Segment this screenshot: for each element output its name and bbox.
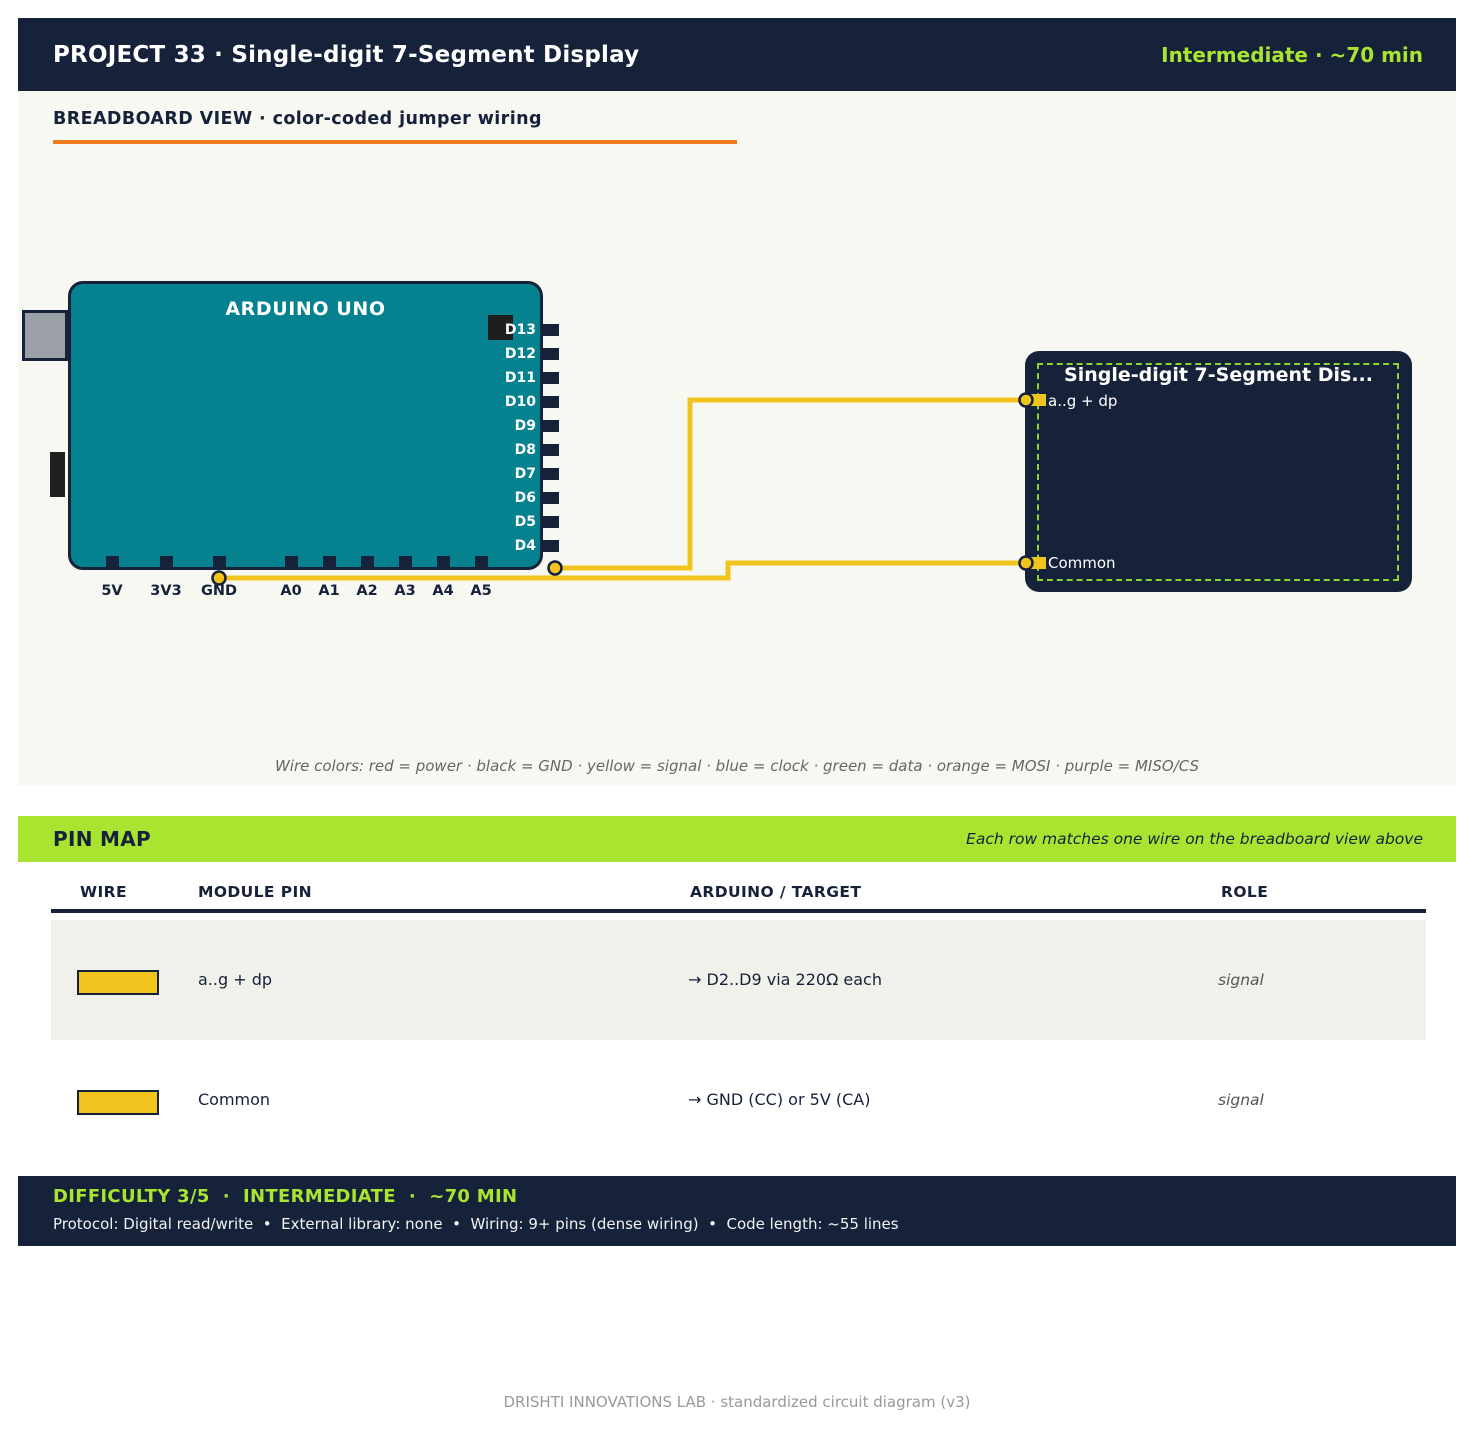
breadboard-section-title: BREADBOARD VIEW · color-coded jumper wir…: [53, 109, 542, 129]
seven-segment-module: Single-digit 7-Segment Dis... a..g + dp …: [1025, 351, 1412, 592]
pin-label-d13: D13: [476, 322, 536, 338]
usb-connector: [22, 310, 68, 361]
pin-stub-d5: [541, 516, 559, 528]
pin-stub-d8: [541, 444, 559, 456]
pin-label-d6: D6: [476, 490, 536, 506]
cell-target: → D2..D9 via 220Ω each: [688, 969, 882, 991]
lab-caption: DRISHTI INNOVATIONS LAB · standardized c…: [0, 1393, 1474, 1411]
pinmap-title: PIN MAP: [53, 827, 151, 851]
header-bar: PROJECT 33 · Single-digit 7-Segment Disp…: [18, 18, 1456, 91]
pinmap-row-segments: a..g + dp → D2..D9 via 220Ω each signal: [51, 920, 1426, 1040]
pin-label-d9: D9: [476, 418, 536, 434]
pin-label-a5: A5: [454, 583, 508, 599]
pin-stub-d11: [541, 372, 559, 384]
pin-stub-a1: [323, 556, 336, 570]
page-title: PROJECT 33 · Single-digit 7-Segment Disp…: [53, 42, 639, 68]
pin-stub-a2: [361, 556, 374, 570]
power-jack: [50, 452, 65, 497]
wire-swatch: [77, 1090, 159, 1115]
column-header-role: ROLE: [1221, 883, 1268, 901]
wire-segments-signal: [555, 400, 1028, 568]
cell-module-pin: a..g + dp: [198, 969, 272, 991]
page: PROJECT 33 · Single-digit 7-Segment Disp…: [0, 0, 1474, 1431]
column-header-module-pin: MODULE PIN: [198, 883, 312, 901]
pin-stub-d7: [541, 468, 559, 480]
pin-stub-d6: [541, 492, 559, 504]
footer-meta-line: Protocol: Digital read/write • External …: [53, 1215, 899, 1233]
module-pin-label-common: Common: [1048, 554, 1116, 572]
wire-swatch: [77, 970, 159, 995]
pinmap-row-common: Common → GND (CC) or 5V (CA) signal: [51, 1040, 1426, 1160]
column-header-target: ARDUINO / TARGET: [690, 883, 861, 901]
pin-label-3v3: 3V3: [139, 583, 193, 599]
wire-endpoint-board: [549, 562, 562, 575]
cell-module-pin: Common: [198, 1089, 270, 1111]
pin-label-d5: D5: [476, 514, 536, 530]
breadboard-panel: BREADBOARD VIEW · color-coded jumper wir…: [18, 91, 1456, 786]
pin-label-d12: D12: [476, 346, 536, 362]
column-header-wire: WIRE: [80, 883, 127, 901]
cell-role: signal: [1218, 1089, 1264, 1111]
pin-stub-d10: [541, 396, 559, 408]
pin-stub-3v3: [160, 556, 173, 570]
pin-label-d10: D10: [476, 394, 536, 410]
pin-stub-d12: [541, 348, 559, 360]
pinmap-header-bar: PIN MAP Each row matches one wire on the…: [18, 816, 1456, 862]
pin-label-5v: 5V: [85, 583, 139, 599]
wire-color-legend: Wire colors: red = power · black = GND ·…: [18, 757, 1456, 775]
module-pin-label-segments: a..g + dp: [1048, 392, 1117, 410]
footer-difficulty-line: DIFFICULTY 3/5 · INTERMEDIATE · ~70 MIN: [53, 1186, 517, 1207]
module-title: Single-digit 7-Segment Dis...: [1025, 364, 1412, 386]
cell-target: → GND (CC) or 5V (CA): [688, 1089, 870, 1111]
section-title-rule: [53, 140, 737, 144]
pin-label-d11: D11: [476, 370, 536, 386]
pin-label-d7: D7: [476, 466, 536, 482]
arduino-board-label: ARDUINO UNO: [71, 298, 540, 320]
pin-stub-d4: [541, 540, 559, 552]
pin-label-gnd: GND: [192, 583, 246, 599]
footer-bar: DIFFICULTY 3/5 · INTERMEDIATE · ~70 MIN …: [18, 1176, 1456, 1246]
cell-role: signal: [1218, 969, 1264, 991]
pin-stub-a4: [437, 556, 450, 570]
pin-label-d4: D4: [476, 538, 536, 554]
pin-stub-a3: [399, 556, 412, 570]
pin-stub-d9: [541, 420, 559, 432]
pin-stub-a0: [285, 556, 298, 570]
table-header-rule: [51, 909, 1426, 913]
arduino-board: ARDUINO UNO: [68, 281, 543, 570]
pin-stub-d13: [541, 324, 559, 336]
pinmap-subtitle: Each row matches one wire on the breadbo…: [966, 830, 1423, 848]
difficulty-badge: Intermediate · ~70 min: [1161, 43, 1423, 67]
pin-stub-a5: [475, 556, 488, 570]
pin-stub-gnd: [213, 556, 226, 570]
pin-stub-5v: [106, 556, 119, 570]
pin-label-d8: D8: [476, 442, 536, 458]
